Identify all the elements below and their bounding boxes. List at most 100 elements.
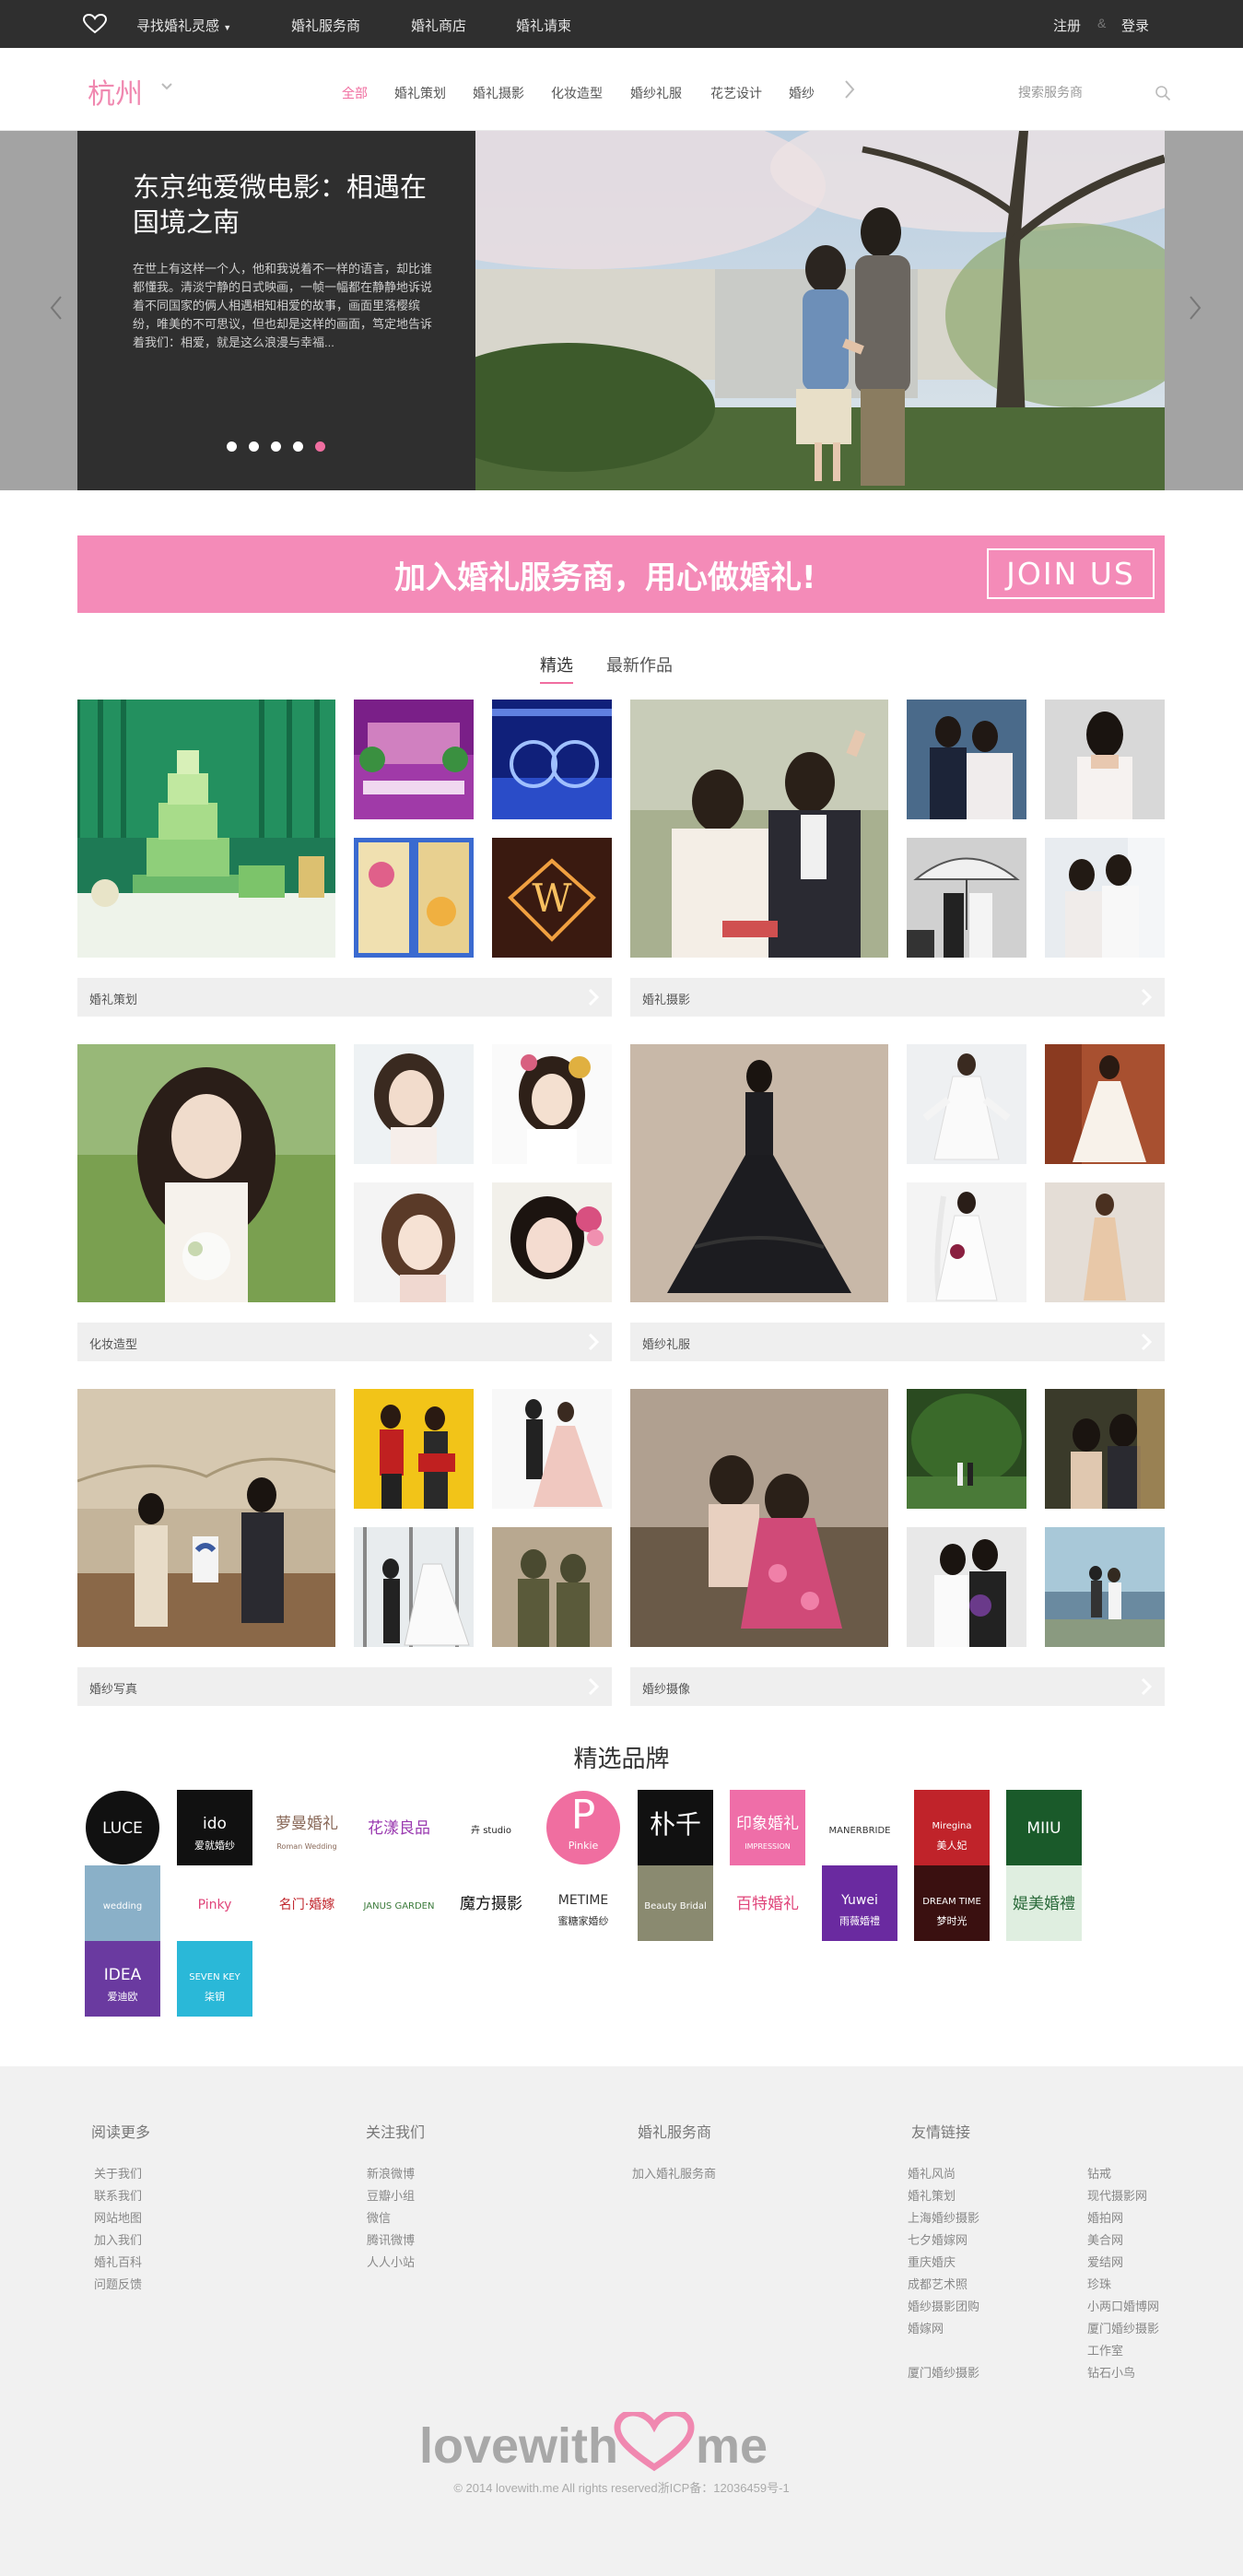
footer-link[interactable]: 七夕婚嫁网	[908, 2229, 979, 2252]
photography-photo-3[interactable]	[1045, 700, 1165, 819]
category-floral[interactable]: 花艺设计	[710, 84, 762, 102]
footer-link[interactable]: 珍珠	[1087, 2274, 1159, 2296]
footer-link[interactable]: 加入我们	[94, 2229, 142, 2252]
photography-photo-main[interactable]	[630, 700, 888, 958]
footer-link[interactable]: 联系我们	[94, 2185, 142, 2207]
footer-logo[interactable]: lovewith me	[0, 2409, 1243, 2481]
brand-logo[interactable]: P Pinkie	[545, 1790, 621, 1865]
hero-title[interactable]: 东京纯爱微电影：相遇在国境之南	[133, 170, 446, 240]
hero-photo[interactable]	[346, 103, 1213, 490]
brand-logo[interactable]: Yuwei 雨薇婚禮	[822, 1865, 897, 1941]
dress-photo-3[interactable]	[1045, 1044, 1165, 1164]
makeup-photo-main[interactable]	[77, 1044, 335, 1302]
footer-link[interactable]: 美合网	[1087, 2229, 1159, 2252]
footer-link[interactable]: 婚礼百科	[94, 2252, 142, 2274]
brand-logo[interactable]: METIME 蜜糖家婚纱	[545, 1865, 621, 1941]
brand-logo[interactable]: Beauty Bridal	[638, 1865, 713, 1941]
planning-photo-main[interactable]	[77, 700, 335, 958]
portrait-photo-2[interactable]	[354, 1389, 474, 1509]
footer-link[interactable]: 关于我们	[94, 2163, 142, 2185]
brand-logo[interactable]: 名门·婚嫁	[269, 1865, 345, 1941]
footer-link[interactable]: 人人小站	[367, 2252, 415, 2274]
brand-logo[interactable]: Miregina 美人妃	[914, 1790, 990, 1865]
register-link[interactable]: 注册	[1053, 16, 1081, 35]
nav-services[interactable]: 婚礼服务商	[291, 16, 360, 35]
footer-link[interactable]: 爱结网	[1087, 2252, 1159, 2274]
dress-photo-2[interactable]	[907, 1044, 1026, 1164]
category-label-bar[interactable]: 婚纱写真	[77, 1667, 612, 1706]
makeup-photo-3[interactable]	[492, 1044, 612, 1164]
brand-logo[interactable]: 萝曼婚礼 Roman Wedding	[269, 1790, 345, 1865]
footer-link[interactable]: 婚礼风尚	[908, 2163, 979, 2185]
heart-logo-icon[interactable]	[83, 14, 107, 34]
category-dress[interactable]: 婚纱礼服	[630, 84, 682, 102]
footer-link[interactable]: 现代摄影网	[1087, 2185, 1159, 2207]
category-photography[interactable]: 婚礼摄影	[473, 84, 524, 102]
brand-logo[interactable]: ido 爱就婚纱	[177, 1790, 252, 1865]
carousel-next-icon[interactable]	[1189, 295, 1202, 321]
footer-link[interactable]: 工作室	[1087, 2340, 1159, 2362]
footer-link[interactable]: 婚礼策划	[908, 2185, 979, 2207]
carousel-prev-icon[interactable]	[50, 295, 63, 321]
dress-photo-4[interactable]	[907, 1182, 1026, 1302]
photography-photo-4[interactable]	[907, 838, 1026, 958]
portrait-photo-5[interactable]	[492, 1527, 612, 1647]
brand-logo[interactable]: DREAM TIME 梦时光	[914, 1865, 990, 1941]
join-us-button[interactable]: JOIN US	[987, 548, 1155, 599]
portrait-photo-main[interactable]	[77, 1389, 335, 1647]
makeup-photo-5[interactable]	[492, 1182, 612, 1302]
portrait-photo-3[interactable]	[492, 1389, 612, 1509]
brand-logo[interactable]: MANERBRIDE	[822, 1790, 897, 1865]
search-input[interactable]	[1018, 81, 1156, 103]
footer-link[interactable]: 厦门婚纱摄影	[908, 2362, 979, 2384]
brand-logo[interactable]: LUCE	[85, 1790, 160, 1865]
video-photo-4[interactable]	[907, 1527, 1026, 1647]
footer-link[interactable]: 厦门婚纱摄影	[1087, 2318, 1159, 2340]
brand-logo[interactable]: 朴千	[638, 1790, 713, 1865]
footer-link[interactable]: 钻石小鸟	[1087, 2362, 1159, 2384]
footer-link[interactable]: 婚拍网	[1087, 2207, 1159, 2229]
category-all[interactable]: 全部	[342, 84, 368, 102]
video-photo-5[interactable]	[1045, 1527, 1165, 1647]
carousel-dot[interactable]	[227, 441, 237, 452]
brand-logo[interactable]: IDEA 爱迪欧	[85, 1941, 160, 2017]
footer-link[interactable]: 小两口婚博网	[1087, 2296, 1159, 2318]
city-selector[interactable]: 杭州	[88, 71, 143, 112]
dress-photo-main[interactable]	[630, 1044, 888, 1302]
carousel-dot[interactable]	[271, 441, 281, 452]
footer-link[interactable]: 网站地图	[94, 2207, 142, 2229]
carousel-dot-active[interactable]	[315, 441, 325, 452]
category-label-bar[interactable]: 婚礼策划	[77, 978, 612, 1017]
category-makeup[interactable]: 化妆造型	[551, 84, 603, 102]
brand-logo[interactable]: 百特婚礼	[730, 1865, 805, 1941]
chevron-right-icon[interactable]	[844, 79, 855, 100]
brand-logo[interactable]: 魔方摄影	[453, 1865, 529, 1941]
video-photo-3[interactable]	[1045, 1389, 1165, 1509]
chevron-down-icon[interactable]	[161, 83, 172, 90]
brand-logo[interactable]: Pinky	[177, 1865, 252, 1941]
portrait-photo-4[interactable]	[354, 1527, 474, 1647]
footer-link[interactable]: 重庆婚庆	[908, 2252, 979, 2274]
video-photo-main[interactable]	[630, 1389, 888, 1647]
nav-inspiration[interactable]: 寻找婚礼灵感 ▼	[136, 16, 231, 35]
category-planning[interactable]: 婚礼策划	[394, 84, 446, 102]
planning-photo-5[interactable]: W	[492, 838, 612, 958]
carousel-dot[interactable]	[293, 441, 303, 452]
search-icon[interactable]	[1155, 85, 1171, 101]
category-label-bar[interactable]: 婚礼摄影	[630, 978, 1165, 1017]
dress-photo-5[interactable]	[1045, 1182, 1165, 1302]
footer-link[interactable]: 加入婚礼服务商	[632, 2163, 716, 2185]
footer-link[interactable]: 新浪微博	[367, 2163, 415, 2185]
nav-shop[interactable]: 婚礼商店	[411, 16, 466, 35]
makeup-photo-4[interactable]	[354, 1182, 474, 1302]
planning-photo-4[interactable]	[354, 838, 474, 958]
footer-link[interactable]: 腾讯微博	[367, 2229, 415, 2252]
nav-invite[interactable]: 婚礼请柬	[516, 16, 571, 35]
video-photo-2[interactable]	[907, 1389, 1026, 1509]
brand-logo[interactable]: wedding	[85, 1865, 160, 1941]
photography-photo-5[interactable]	[1045, 838, 1165, 958]
footer-link[interactable]: 微信	[367, 2207, 415, 2229]
category-gown[interactable]: 婚纱	[789, 84, 815, 102]
login-link[interactable]: 登录	[1121, 16, 1149, 35]
footer-link[interactable]: 成都艺术照	[908, 2274, 979, 2296]
